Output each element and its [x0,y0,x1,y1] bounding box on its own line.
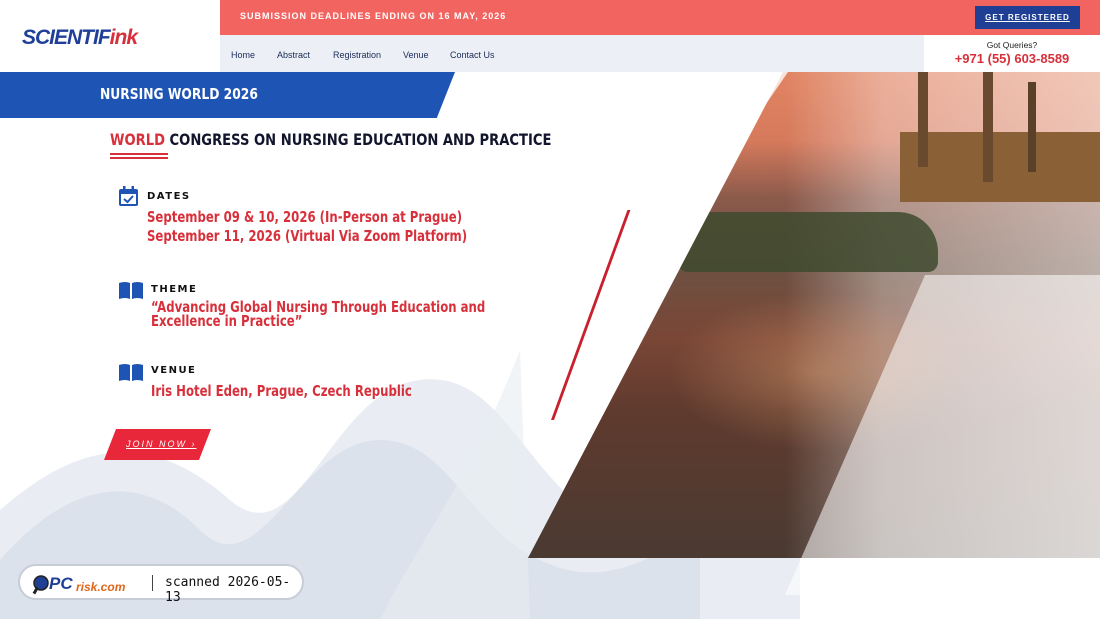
contact-box: Got Queries? +971 (55) 603-8589 [924,35,1100,72]
site-logo[interactable]: SCIENTIFink [22,26,138,50]
venue-label: VENUE [151,365,197,376]
nav-registration[interactable]: Registration [333,50,381,60]
venue-line-1: Iris Hotel Eden, Prague, Czech Republic [151,382,412,400]
contact-phone[interactable]: +971 (55) 603-8589 [924,51,1100,66]
main-nav: Home Abstract Registration Venue Contact… [220,35,1100,72]
pcrisk-logo: PC risk.com [32,574,126,595]
congress-title: WORLD CONGRESS ON NURSING EDUCATION AND … [110,130,551,149]
title-underline [110,153,168,155]
photo-spire [918,72,928,167]
announcement-bar: SUBMISSION DEADLINES ENDING ON 16 MAY, 2… [220,0,1100,35]
deadline-notice: SUBMISSION DEADLINES ENDING ON 16 MAY, 2… [240,11,507,21]
photo-spire [1028,82,1036,172]
theme-line-2: Excellence in Practice” [151,312,303,330]
svg-text:risk.com: risk.com [76,580,126,594]
calendar-check-icon [119,186,138,206]
svg-text:PC: PC [49,574,73,593]
dates-line-1: September 09 & 10, 2026 (In-Person at Pr… [147,208,463,226]
open-book-icon [119,282,143,299]
congress-title-accent: WORLD [110,130,165,149]
photo-cathedral [900,132,1100,202]
scan-watermark: PC risk.com scanned 2026-05-13 [18,564,304,605]
open-book-icon [119,364,143,381]
theme-label: THEME [151,284,198,295]
join-now-label: JOIN NOW › [126,439,197,449]
congress-title-rest: CONGRESS ON NURSING EDUCATION AND PRACTI… [164,130,552,149]
event-name: NURSING WORLD 2026 [100,85,258,103]
photo-spire [983,72,993,182]
title-underline [110,157,168,159]
logo-area: SCIENTIFink [0,0,220,72]
nav-home[interactable]: Home [231,50,255,60]
photo-trees [678,212,938,272]
watermark-text: scanned 2026-05-13 [165,575,291,605]
nav-contact-us[interactable]: Contact Us [450,50,495,60]
dates-label: DATES [147,191,191,202]
dates-line-2: September 11, 2026 (Virtual Via Zoom Pla… [147,227,468,245]
nav-abstract[interactable]: Abstract [277,50,310,60]
join-now-button[interactable]: JOIN NOW › [104,429,211,460]
event-title-band: NURSING WORLD 2026 [0,72,455,118]
nav-venue[interactable]: Venue [403,50,429,60]
get-registered-button[interactable]: GET REGISTERED [975,6,1080,29]
watermark-separator [152,575,153,591]
queries-label: Got Queries? [986,40,1038,50]
